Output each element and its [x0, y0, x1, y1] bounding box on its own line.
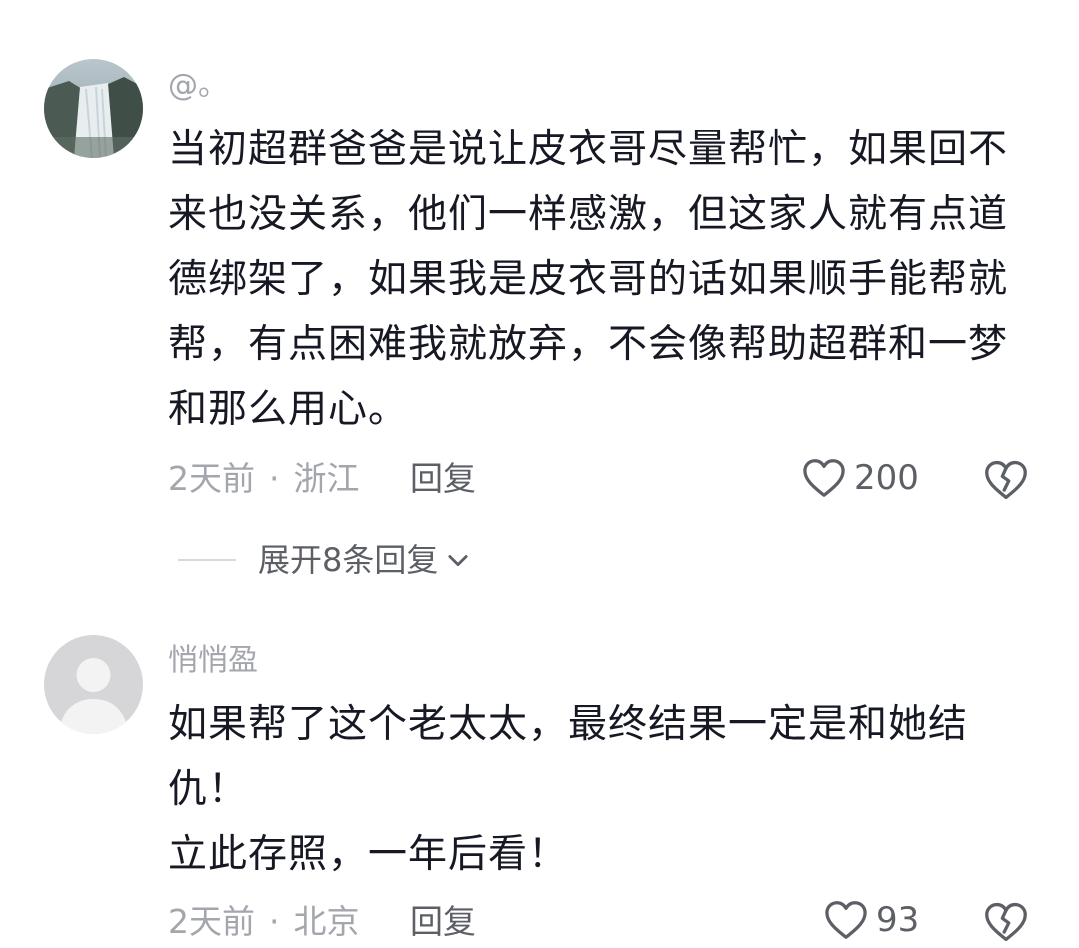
- like-count: 200: [854, 458, 919, 498]
- comment-text-line: 立此存照，一年后看！: [168, 832, 569, 877]
- dislike-button[interactable]: [984, 458, 1028, 502]
- comment-location: 北京: [293, 902, 360, 941]
- comment-text-line: 当初超群爸爸是说让皮衣哥尽量帮忙，如果回不: [168, 127, 1009, 172]
- comment-location: 浙江: [293, 459, 360, 498]
- like-count: 93: [876, 900, 920, 940]
- comment-time: 2天前: [168, 459, 255, 498]
- comment-meta: 2天前 · 浙江: [168, 459, 360, 499]
- separator-dot: ·: [269, 459, 280, 498]
- comment-text: 如果帮了这个老太太，最终结果一定是和她结 仇！ 立此存照，一年后看！: [168, 692, 1048, 887]
- dislike-button[interactable]: [984, 900, 1028, 944]
- like-button[interactable]: 200: [802, 458, 919, 498]
- comment-text-line: 来也没关系，他们一样感激，但这家人就有点道: [168, 192, 1009, 237]
- separator-dot: ·: [269, 902, 280, 941]
- comment-meta: 2天前 · 北京: [168, 902, 360, 942]
- comment-text: 当初超群爸爸是说让皮衣哥尽量帮忙，如果回不 来也没关系，他们一样感激，但这家人就…: [168, 117, 1048, 442]
- broken-heart-icon: [985, 902, 1027, 942]
- comment-text-line: 德绑架了，如果我是皮衣哥的话如果顺手能帮就: [168, 257, 1009, 302]
- chevron-down-icon: [448, 555, 468, 567]
- reply-button[interactable]: 回复: [410, 902, 476, 942]
- default-avatar-image: [44, 635, 143, 734]
- comment-text-line: 仇！: [168, 767, 249, 812]
- comment-text-line: 如果帮了这个老太太，最终结果一定是和她结: [168, 702, 969, 747]
- waterfall-avatar-image: [44, 59, 143, 158]
- comment-text-line: 帮，有点困难我就放弃，不会像帮助超群和一梦: [168, 322, 1009, 367]
- expand-replies-label: 展开8条回复: [258, 541, 439, 579]
- reply-button[interactable]: 回复: [410, 459, 476, 499]
- comment-username[interactable]: 悄悄盈: [168, 643, 258, 679]
- heart-outline-icon: [803, 459, 845, 497]
- expand-replies-button[interactable]: 展开8条回复: [178, 540, 472, 580]
- comment-text-line: 和那么用心。: [168, 387, 409, 432]
- heart-outline-icon: [825, 901, 867, 939]
- avatar[interactable]: [44, 59, 143, 158]
- like-button[interactable]: 93: [824, 900, 919, 940]
- divider: [178, 559, 236, 561]
- broken-heart-icon: [985, 460, 1027, 500]
- comment-time: 2天前: [168, 902, 255, 941]
- comment-username[interactable]: @。: [168, 68, 228, 104]
- avatar[interactable]: [44, 635, 143, 734]
